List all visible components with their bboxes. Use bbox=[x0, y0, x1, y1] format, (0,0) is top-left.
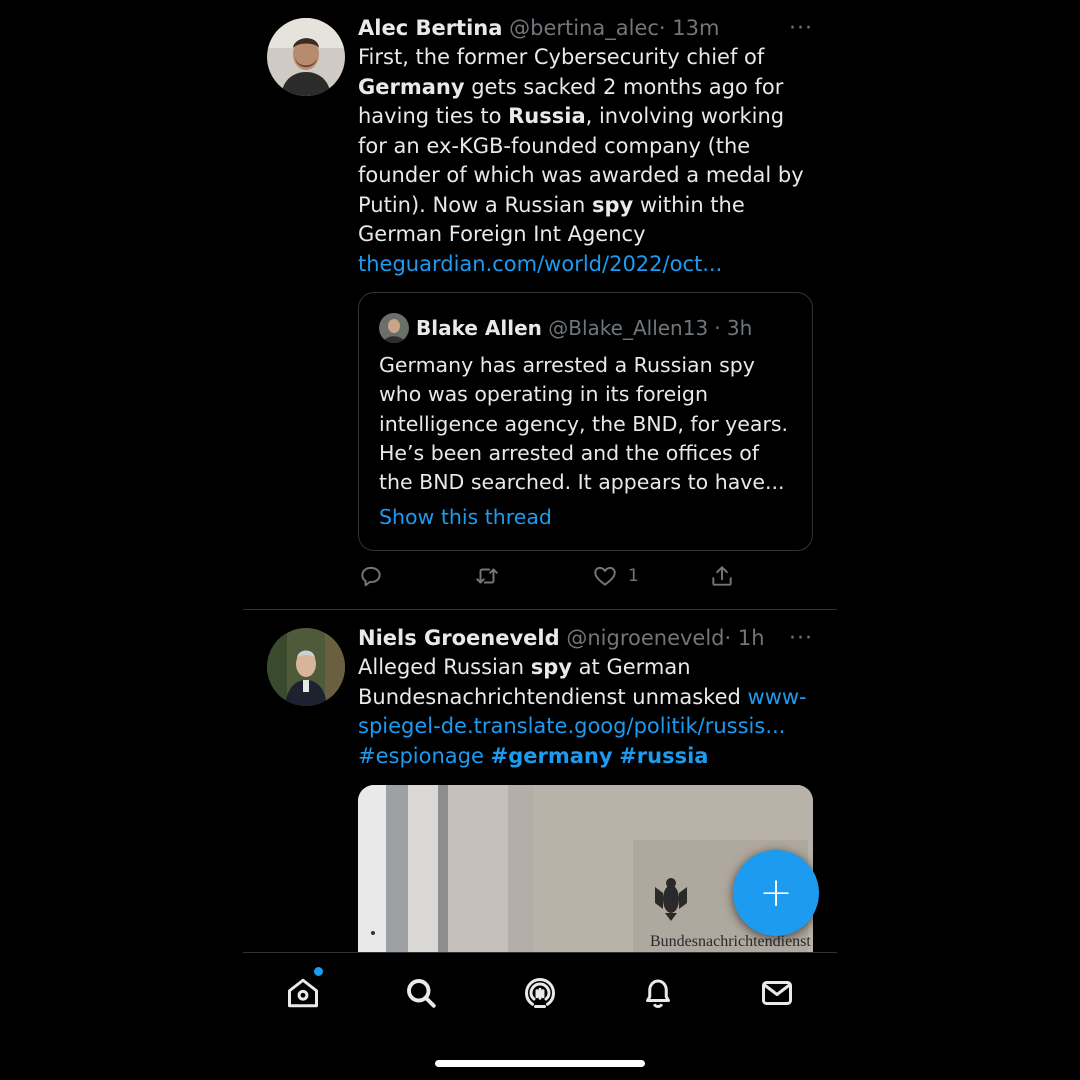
author-name[interactable]: Alec Bertina bbox=[358, 16, 502, 40]
quote-timestamp: · 3h bbox=[714, 316, 753, 340]
text-run: spy bbox=[530, 655, 572, 679]
compose-tweet-icon: + bbox=[759, 870, 793, 916]
hashtag-link[interactable]: #germany bbox=[491, 744, 613, 768]
reply-icon bbox=[361, 566, 381, 587]
tweet-actions: 1 bbox=[358, 563, 814, 591]
tab-search[interactable] bbox=[401, 973, 441, 1013]
share-button[interactable] bbox=[709, 563, 735, 589]
home-indicator[interactable] bbox=[435, 1060, 645, 1067]
more-options-icon[interactable]: ··· bbox=[789, 18, 813, 40]
bottom-tab-bar bbox=[243, 952, 837, 1033]
author-handle[interactable]: @nigroeneveld bbox=[566, 626, 724, 650]
home-notification-dot bbox=[314, 967, 323, 976]
tweet[interactable]: Alec Bertina @bertina_alec· 13m First, t… bbox=[243, 0, 837, 610]
heart-icon bbox=[594, 566, 616, 586]
tab-messages[interactable] bbox=[757, 973, 797, 1013]
twitter-timeline: Alec Bertina @bertina_alec· 13m First, t… bbox=[243, 0, 837, 1080]
messages-icon bbox=[762, 981, 792, 1005]
retweet-button[interactable] bbox=[474, 563, 500, 589]
author-handle[interactable]: @bertina_alec bbox=[509, 16, 659, 40]
notifications-icon bbox=[646, 979, 670, 1008]
tab-home[interactable] bbox=[283, 967, 323, 1013]
text-run: First, the former Cybersecurity chief of bbox=[358, 45, 765, 69]
timestamp[interactable]: · 13m bbox=[659, 16, 720, 40]
avatar[interactable] bbox=[267, 628, 345, 706]
quote-author-handle: @Blake_Allen13 bbox=[548, 316, 709, 340]
share-icon bbox=[712, 566, 732, 586]
tab-notifications[interactable] bbox=[638, 973, 678, 1013]
compose-tweet-button[interactable]: + bbox=[733, 850, 819, 936]
tweet-text: First, the former Cybersecurity chief of… bbox=[358, 43, 814, 250]
spaces-icon bbox=[524, 977, 556, 1008]
tweet-link[interactable]: theguardian.com/world/2022/oct... bbox=[358, 252, 722, 276]
quoted-tweet[interactable]: Blake Allen @Blake_Allen13 · 3h Germany … bbox=[358, 292, 813, 551]
hashtag-link[interactable]: #espionage bbox=[358, 744, 484, 768]
like-button[interactable]: 1 bbox=[592, 563, 639, 589]
reply-button[interactable] bbox=[358, 563, 384, 589]
more-options-icon[interactable]: ··· bbox=[789, 628, 813, 650]
text-run: Russia bbox=[508, 104, 586, 128]
text-run: Germany bbox=[358, 74, 465, 99]
quote-author-name: Blake Allen bbox=[416, 316, 542, 340]
quote-avatar bbox=[379, 313, 409, 343]
home-icon bbox=[288, 978, 318, 1008]
hashtag-link[interactable]: #russia bbox=[619, 744, 708, 768]
show-thread-link[interactable]: Show this thread bbox=[379, 503, 789, 532]
search-icon bbox=[407, 979, 436, 1008]
like-count: 1 bbox=[628, 566, 639, 586]
timestamp[interactable]: · 1h bbox=[725, 626, 765, 650]
tweet-text: Alleged Russian spy at German Bundesnach… bbox=[358, 653, 814, 771]
quote-text: Germany has arrested a Russian spy who w… bbox=[379, 353, 789, 495]
hashtags: #espionage #germany #russia bbox=[358, 744, 708, 768]
avatar[interactable] bbox=[267, 18, 345, 96]
text-run: Alleged Russian bbox=[358, 655, 531, 679]
retweet-icon bbox=[476, 568, 498, 584]
media-caption: Bundesnachrichtendienst bbox=[650, 933, 811, 950]
text-run: spy bbox=[592, 192, 634, 217]
tab-spaces[interactable] bbox=[520, 973, 560, 1013]
author-name[interactable]: Niels Groeneveld bbox=[358, 626, 560, 650]
